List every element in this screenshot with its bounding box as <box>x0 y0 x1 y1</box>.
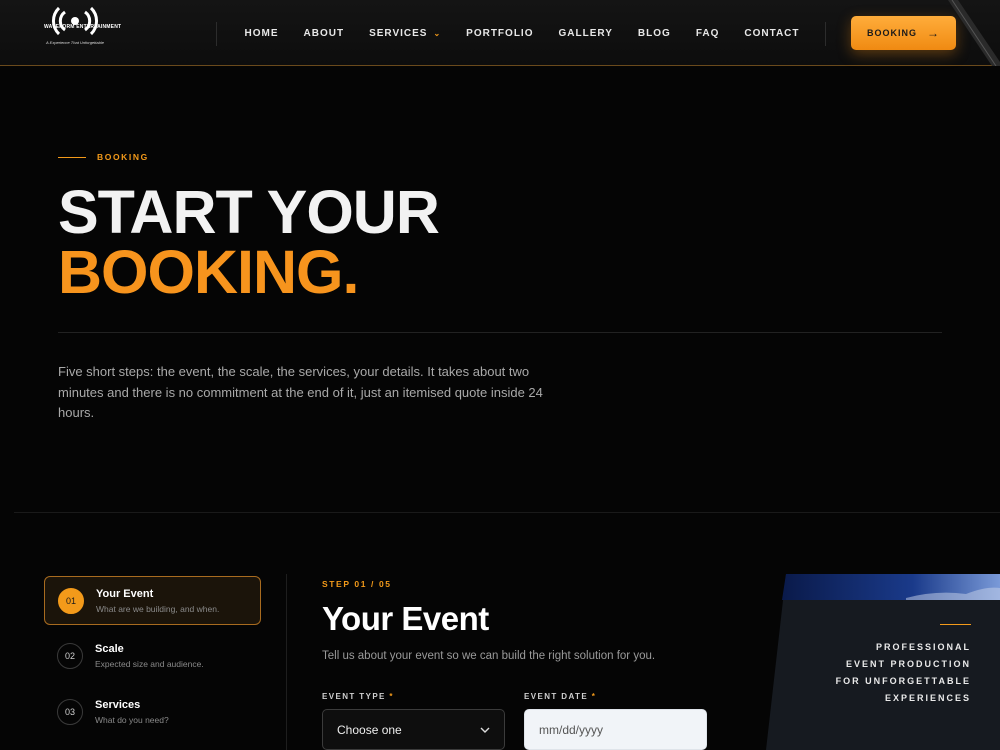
nav-portfolio-label: PORTFOLIO <box>466 27 534 39</box>
brand-name: WAVEFORM ENTERTAINMENT <box>44 24 122 30</box>
nav-contact[interactable]: CONTACT <box>744 28 799 39</box>
hero-divider <box>58 332 942 333</box>
nav-services[interactable]: SERVICES ⌄ <box>369 28 441 39</box>
nav-gallery[interactable]: GALLERY <box>559 28 613 39</box>
required-mark: * <box>591 692 597 701</box>
promo-panel-text: PROFESSIONAL EVENT PRODUCTION FOR UNFORG… <box>836 624 971 707</box>
required-mark: * <box>389 692 394 701</box>
event-type-label: EVENT TYPE * <box>322 692 394 701</box>
step-desc: What do you need? <box>95 714 169 725</box>
event-type-value: Choose one <box>337 722 402 737</box>
step-item-scale[interactable]: 02 Scale Expected size and audience. <box>44 631 261 680</box>
step-title: Your Event <box>96 587 154 600</box>
eyebrow-line <box>58 156 86 158</box>
promo-line: EXPERIENCES <box>884 693 971 703</box>
event-date-label: EVENT DATE * <box>524 692 596 701</box>
step-title: Scale <box>95 642 124 655</box>
nav-gallery-label: GALLERY <box>558 27 613 39</box>
section-divider <box>14 512 1000 513</box>
form-title: Your Event <box>322 600 489 637</box>
nav-about-label: ABOUT <box>303 27 345 39</box>
nav-home[interactable]: HOME <box>245 28 279 39</box>
brand-tagline: A Experience That Unforgettable <box>46 40 104 45</box>
arrow-right-icon: → <box>927 26 940 40</box>
nav-portfolio[interactable]: PORTFOLIO <box>466 28 533 39</box>
step-number: 01 <box>58 587 84 614</box>
event-type-label-text: EVENT TYPE <box>322 692 386 701</box>
nav-services-label: SERVICES <box>369 27 428 39</box>
booking-button-label: BOOKING <box>866 28 917 38</box>
step-title: Services <box>95 698 141 711</box>
nav-about[interactable]: ABOUT <box>304 28 345 39</box>
chevron-down-icon <box>480 727 490 733</box>
booking-button[interactable]: BOOKING → <box>851 16 956 50</box>
event-date-label-text: EVENT DATE <box>524 692 589 701</box>
header-corner-accent <box>948 0 1000 66</box>
step-desc: What are we building, and when. <box>96 603 220 614</box>
hero-title-line2: BOOKING. <box>58 238 359 306</box>
hero-title: START YOUR BOOKING. <box>58 178 440 306</box>
brand-logo[interactable]: WAVEFORM ENTERTAINMENT A Experience That… <box>44 4 122 62</box>
chevron-down-icon: ⌄ <box>433 28 442 38</box>
nav-divider-left <box>216 22 217 46</box>
nav-divider-right <box>825 22 826 46</box>
main-nav: HOME ABOUT SERVICES ⌄ PORTFOLIO GALLERY B… <box>232 0 812 66</box>
step-item-your-event[interactable]: 01 Your Event What are we building, and … <box>44 576 261 625</box>
step-item-services[interactable]: 03 Services What do you need? <box>44 687 261 736</box>
hero-title-line1: START YOUR <box>58 178 440 246</box>
site-header: WAVEFORM ENTERTAINMENT A Experience That… <box>0 0 1000 66</box>
form-subtitle: Tell us about your event so we can build… <box>322 650 656 662</box>
step-number: 02 <box>57 642 83 669</box>
hero-eyebrow-label: BOOKING <box>97 152 149 162</box>
nav-contact-label: CONTACT <box>744 27 800 39</box>
event-type-select[interactable]: Choose one <box>322 709 505 750</box>
step-desc: Expected size and audience. <box>95 658 204 669</box>
logo-mark-icon <box>52 6 98 36</box>
promo-accent-line <box>940 624 971 625</box>
promo-line: EVENT PRODUCTION <box>845 659 971 669</box>
nav-blog[interactable]: BLOG <box>638 28 671 39</box>
nav-faq[interactable]: FAQ <box>696 28 720 39</box>
nav-faq-label: FAQ <box>695 27 720 39</box>
steps-separator <box>286 574 287 750</box>
promo-line: FOR UNFORGETTABLE <box>835 676 971 686</box>
promo-line: PROFESSIONAL <box>875 642 971 652</box>
hero-lead: Five short steps: the event, the scale, … <box>58 364 543 420</box>
event-date-input[interactable]: mm/dd/yyyy <box>524 709 707 750</box>
event-date-placeholder: mm/dd/yyyy <box>539 722 604 737</box>
nav-blog-label: BLOG <box>637 27 671 39</box>
hero-eyebrow: BOOKING <box>58 152 149 162</box>
step-number: 03 <box>57 698 83 725</box>
nav-home-label: HOME <box>244 27 279 39</box>
form-step-label: STEP 01 / 05 <box>322 579 392 589</box>
